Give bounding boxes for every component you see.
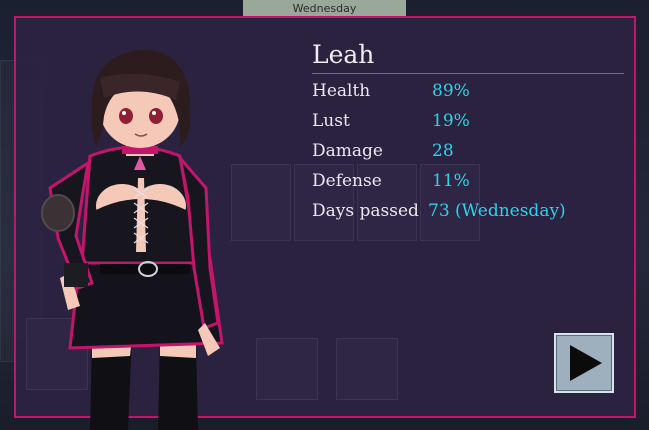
stat-value: 19%	[432, 111, 470, 131]
next-button[interactable]	[554, 333, 614, 393]
character-name: Leah	[312, 40, 624, 74]
stat-value: 28	[432, 141, 454, 161]
stat-value: 89%	[432, 81, 470, 101]
stat-label: Days passed	[312, 201, 419, 221]
stat-label: Defense	[312, 171, 382, 191]
stat-value: 11%	[432, 171, 470, 191]
play-triangle-icon	[570, 345, 602, 381]
stat-label: Damage	[312, 141, 383, 161]
stat-label: Health	[312, 81, 371, 101]
character-portrait	[41, 49, 224, 430]
stat-value: 73 (Wednesday)	[428, 201, 566, 221]
stat-label: Lust	[312, 111, 350, 131]
